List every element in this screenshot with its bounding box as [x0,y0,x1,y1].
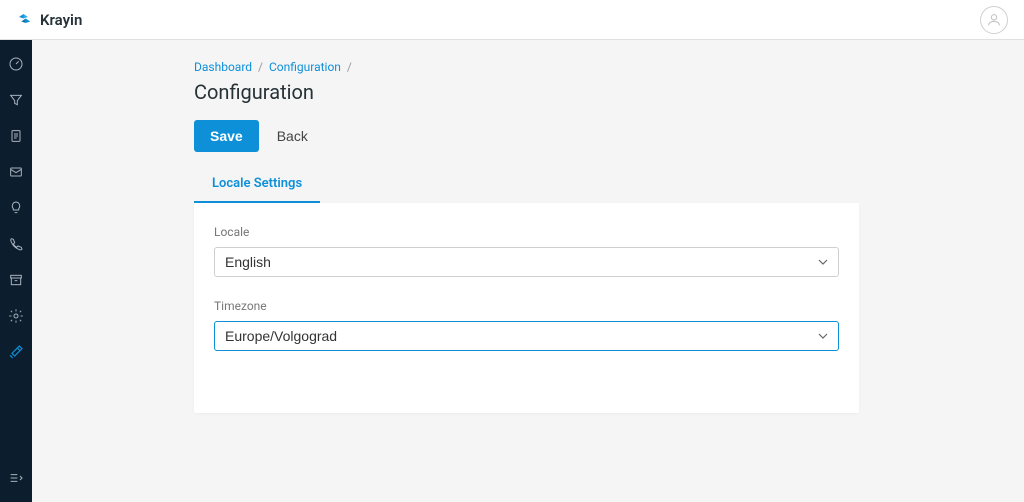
collapse-icon [8,470,24,486]
sidebar-collapse[interactable] [0,464,32,492]
breadcrumb: Dashboard / Configuration / [194,60,859,74]
settings-panel: Locale English Timezone Europe/Volgograd [194,203,859,413]
timezone-label: Timezone [214,299,839,313]
breadcrumb-link-dashboard[interactable]: Dashboard [194,60,252,74]
sidebar-item-products[interactable] [0,266,32,294]
sidebar [0,40,32,502]
bulb-icon [8,200,24,216]
sidebar-item-quotes[interactable] [0,122,32,150]
logo-icon [16,11,34,29]
content-container: Dashboard / Configuration / Configuratio… [194,60,859,413]
gear-icon [8,308,24,324]
locale-label: Locale [214,225,839,239]
brand-logo[interactable]: Krayin [16,11,82,29]
document-icon [8,128,24,144]
back-button[interactable]: Back [277,128,308,144]
sidebar-item-mail[interactable] [0,158,32,186]
page-title: Configuration [194,80,859,104]
breadcrumb-sep: / [258,60,263,74]
breadcrumb-link-configuration[interactable]: Configuration [269,60,341,74]
action-bar: Save Back [194,120,859,152]
timezone-select[interactable]: Europe/Volgograd [214,321,839,351]
tab-bar: Locale Settings [194,166,859,203]
top-header: Krayin [0,0,1024,40]
user-avatar[interactable] [980,6,1008,34]
sidebar-item-activities[interactable] [0,194,32,222]
field-timezone: Timezone Europe/Volgograd [214,299,839,351]
brand-name: Krayin [40,11,82,29]
phone-icon [8,236,24,252]
user-icon [986,12,1002,28]
locale-select[interactable]: English [214,247,839,277]
sidebar-item-leads[interactable] [0,86,32,114]
app-layout: Dashboard / Configuration / Configuratio… [0,40,1024,502]
funnel-icon [8,92,24,108]
archive-icon [8,272,24,288]
tools-icon [8,344,24,360]
sidebar-item-configuration[interactable] [0,338,32,366]
breadcrumb-sep: / [347,60,352,74]
sidebar-item-contacts[interactable] [0,230,32,258]
field-locale: Locale English [214,225,839,277]
sidebar-item-dashboard[interactable] [0,50,32,78]
gauge-icon [8,56,24,72]
mail-icon [8,164,24,180]
tab-locale-settings[interactable]: Locale Settings [194,166,320,203]
sidebar-item-settings[interactable] [0,302,32,330]
save-button[interactable]: Save [194,120,259,152]
main-content: Dashboard / Configuration / Configuratio… [32,40,1024,502]
